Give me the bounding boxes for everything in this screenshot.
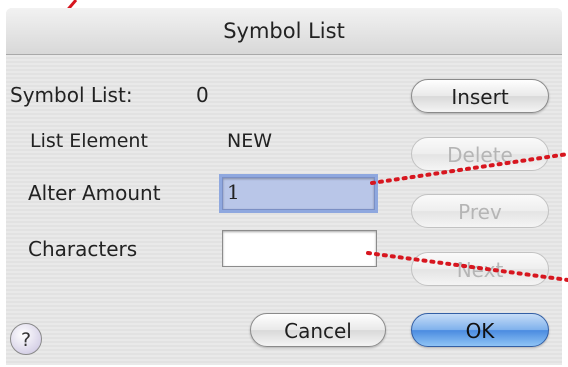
- annotation-dotted-lines: [366, 152, 568, 282]
- alter-amount-label: Alter Amount: [28, 181, 161, 205]
- list-element-value: NEW: [227, 130, 273, 152]
- list-element-label: List Element: [30, 130, 148, 152]
- characters-label: Characters: [28, 237, 138, 261]
- ok-button[interactable]: OK: [411, 313, 549, 347]
- title-bar[interactable]: Symbol List: [6, 8, 562, 55]
- insert-button[interactable]: Insert: [411, 79, 549, 113]
- symbol-list-label: Symbol List:: [10, 83, 133, 107]
- help-icon[interactable]: ?: [10, 323, 42, 355]
- cancel-button[interactable]: Cancel: [250, 313, 386, 347]
- characters-field[interactable]: [222, 230, 377, 267]
- symbol-list-value: 0: [196, 83, 209, 107]
- alter-amount-field[interactable]: 1: [222, 177, 375, 210]
- window-title: Symbol List: [223, 19, 345, 43]
